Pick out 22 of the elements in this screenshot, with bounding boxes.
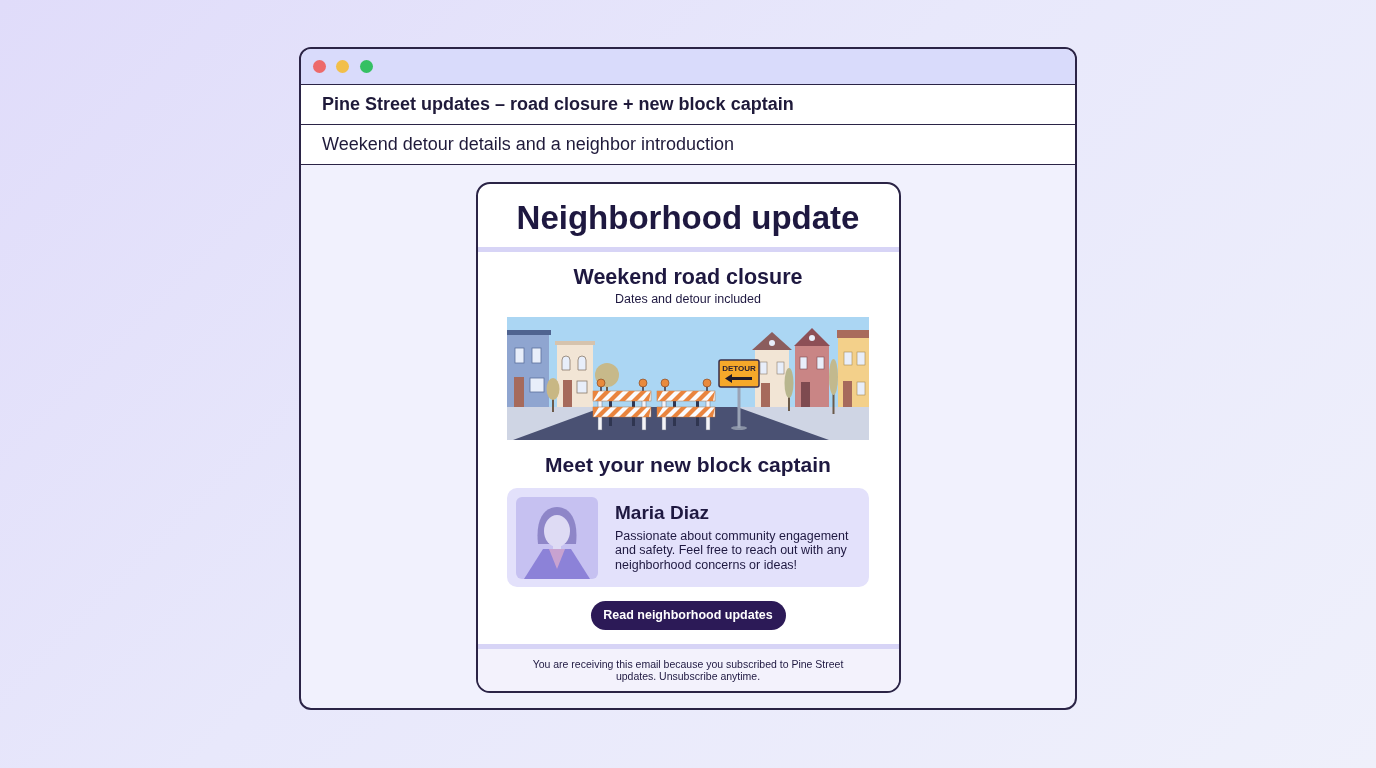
person-name: Maria Diaz [615,500,710,525]
section-heading: Weekend road closure [573,263,803,291]
close-button[interactable] [312,60,326,73]
section-heading: Meet your new block captain [545,451,831,478]
email-preview: Weekend detour details and a neighbor introduction [322,134,734,155]
barricade-drawing [592,378,652,430]
tree-drawing [546,377,560,412]
person-bio: Passionate about community engagement and safety. Feel free to reach out with any neighborhood concerns or ideas! [615,528,850,572]
barricade-drawing [656,378,716,430]
house-drawing [555,340,595,407]
left-arrow-icon [725,373,752,383]
email-subject: Pine Street updates – road closure + new block captain [322,94,794,115]
newsletter-title: Neighborhood update [516,197,860,238]
tree-drawing [784,367,794,411]
minimize-button[interactable] [336,60,349,73]
read-updates-button[interactable]: Read neighborhood updates [590,600,786,630]
maximize-button[interactable] [359,60,373,73]
sign-text: DETOUR [722,363,756,373]
tree-drawing [829,358,838,414]
footer-text: You are receiving this email because you subscribed to Pine Street updates. Unsubscribe anytime. [531,657,845,684]
section-subheading: Dates and detour included [615,290,761,308]
person-silhouette-icon [516,496,598,579]
